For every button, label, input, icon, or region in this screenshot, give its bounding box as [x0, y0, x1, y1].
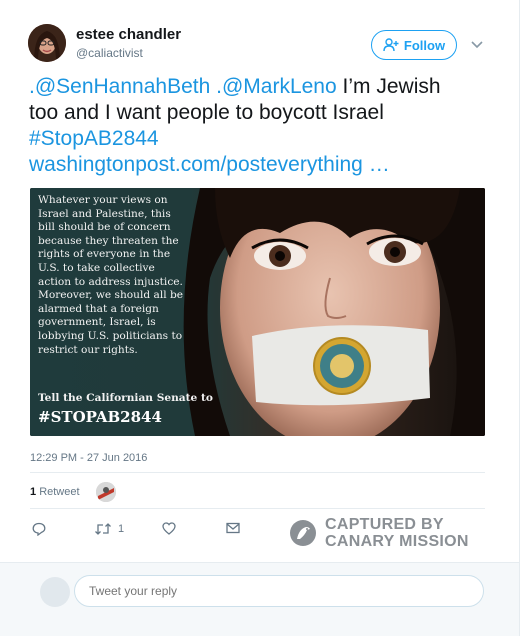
add-user-icon: [383, 38, 399, 52]
follow-button-label: Follow: [403, 37, 446, 53]
tweet-card: estee chandler @caliactivist Follow .@Se…: [0, 0, 520, 636]
hashtag-link[interactable]: #StopAB2844: [29, 127, 159, 150]
retweet-count: 1: [30, 486, 37, 498]
reply-composer: [0, 562, 519, 636]
envelope-icon: [226, 522, 240, 534]
retweet-stats[interactable]: 1 Retweet: [30, 486, 80, 498]
heart-icon: [162, 522, 176, 535]
reply-button[interactable]: [32, 522, 46, 536]
canary-logo-icon: [290, 520, 316, 546]
retweet-button[interactable]: 1: [94, 522, 124, 536]
author-name[interactable]: estee chandler: [76, 26, 181, 43]
watermark-line2: CANARY MISSION: [325, 533, 469, 550]
tweet-timestamp[interactable]: 12:29 PM - 27 Jun 2016: [30, 452, 147, 464]
image-overlay-text: Whatever your views on Israel and Palest…: [38, 194, 184, 356]
watermark-line1: CAPTURED BY: [325, 516, 444, 533]
retweeter-avatar[interactable]: [96, 482, 116, 502]
retweet-icon: [95, 523, 111, 535]
url-link[interactable]: washingtonpost.com/posteverything: [29, 153, 363, 176]
tweet-image[interactable]: Whatever your views on Israel and Palest…: [30, 188, 485, 436]
direct-message-button[interactable]: [226, 522, 240, 534]
chevron-down-icon[interactable]: [470, 38, 484, 52]
url-ellipsis[interactable]: …: [369, 153, 390, 176]
reply-icon: [32, 522, 46, 536]
divider: [30, 472, 485, 473]
retweet-action-count: 1: [118, 523, 125, 535]
image-overlay-hashtag: #STOPAB2844: [38, 408, 162, 426]
author-avatar[interactable]: [28, 24, 66, 62]
current-user-avatar: [40, 577, 70, 607]
author-handle[interactable]: @caliactivist: [76, 46, 143, 60]
canary-mission-watermark: CAPTURED BY CANARY MISSION: [289, 516, 469, 550]
mention-link[interactable]: .@SenHannahBeth: [29, 75, 210, 98]
reply-input[interactable]: [74, 575, 484, 607]
tweet-body: I’m Jewish: [342, 75, 441, 98]
retweet-label: Retweet: [39, 486, 80, 498]
divider: [30, 508, 485, 509]
tweet-text: .@SenHannahBeth .@MarkLeno I’m Jewish to…: [29, 74, 499, 178]
like-button[interactable]: [162, 522, 176, 535]
follow-button[interactable]: Follow: [371, 30, 457, 60]
image-overlay-cta: Tell the Californian Senate to: [38, 392, 213, 404]
tweet-body: too and I want people to boycott Israel: [29, 101, 384, 124]
mention-link[interactable]: .@MarkLeno: [216, 75, 337, 98]
